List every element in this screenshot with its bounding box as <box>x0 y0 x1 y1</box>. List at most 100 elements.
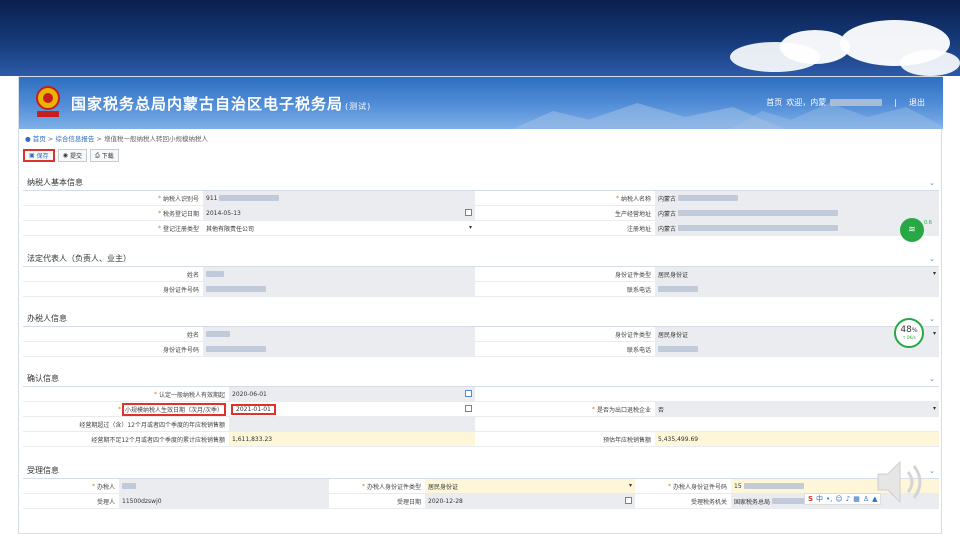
over12-field[interactable] <box>229 417 475 432</box>
shirt-icon[interactable]: ▲ <box>872 495 877 503</box>
download-button[interactable]: ⎙ 下载 <box>89 149 119 162</box>
general-date-label: * 认定一般纳税人有效期起 <box>23 387 229 402</box>
agent-id-no-field <box>203 342 475 357</box>
section-header[interactable]: 纳税人基本信息 ⌄ <box>23 175 939 191</box>
user-icon[interactable]: ♙ <box>863 495 869 503</box>
location-pin-icon: ● <box>25 135 31 143</box>
percent-value: 48 <box>900 325 912 335</box>
section-header[interactable]: 受理信息 ⌄ <box>23 463 939 479</box>
section-header[interactable]: 确认信息 ⌄ <box>23 371 939 387</box>
accept-agent-label: * 办税人 <box>23 479 119 494</box>
accept-date-label: 受理日期 <box>329 494 425 509</box>
section-accept-info: 受理信息 ⌄ * 办税人 * 办税人身份证件类型 居民身份证 ▾ * 办税人身份证件号码 … <box>23 463 939 509</box>
header-divider: | <box>894 98 897 107</box>
section-basic-info: 纳税人基本信息 ⌄ * 纳税人识别号 911 * 纳税人名称 内蒙古 * 税务登记日期 … <box>23 175 939 236</box>
biz-addr-label: 生产经营地址 <box>475 206 655 221</box>
accept-id-type-select[interactable]: 居民身份证 ▾ <box>425 479 635 494</box>
caret-down-icon[interactable]: ▾ <box>933 270 936 277</box>
accept-id-no-label: * 办税人身份证件号码 <box>635 479 731 494</box>
calendar-icon[interactable] <box>465 405 472 412</box>
caret-down-icon[interactable]: ▾ <box>933 330 936 337</box>
tax-id-label: * 纳税人识别号 <box>23 191 203 206</box>
tax-id-field: 911 <box>203 191 475 206</box>
reg-addr-label: 注册地址 <box>475 221 655 236</box>
legal-id-type-select[interactable]: 居民身份证 ▾ <box>655 267 939 282</box>
reg-type-select[interactable]: 其他有限责任公司 ▾ <box>203 221 475 236</box>
reg-date-field[interactable]: 2014-05-13 <box>203 206 475 221</box>
app-window: 国家税务总局内蒙古自治区电子税务局 (测试) 首页 欢迎，内蒙 | 退出 ● 首页… <box>18 76 943 534</box>
section-header[interactable]: 法定代表人（负责人、业主） ⌄ <box>23 251 939 267</box>
biz-addr-field: 内蒙古 <box>655 206 939 221</box>
export-label: * 是否为出口退税企业 <box>475 402 655 417</box>
legal-phone-field <box>655 282 939 297</box>
under12-label: 经营期不足12个月或者四个季度的累计应税销售额 <box>23 432 229 447</box>
under12-field[interactable]: 1,611,833.23 <box>229 432 475 447</box>
wifi-speed-text: 0.6 <box>924 220 932 226</box>
breadcrumb-current: 增值税一般纳税人转回小规模纳税人 <box>103 135 208 143</box>
legal-name-label: 姓名 <box>23 267 203 282</box>
section-agent-info: 办税人信息 ⌄ 姓名 身份证件类型 居民身份证 ▾ 身份证件号码 联系电话 <box>23 311 939 357</box>
calendar-icon[interactable] <box>625 497 632 504</box>
network-monitor-widget[interactable]: 48% ↑ 0K/s <box>894 318 924 348</box>
app-title: 国家税务总局内蒙古自治区电子税务局 (测试) <box>71 95 372 113</box>
ime-punct-icon[interactable]: •, <box>826 495 832 503</box>
office-label: 受理税务机关 <box>635 494 731 509</box>
keyboard-icon[interactable]: ▦ <box>853 495 860 503</box>
calendar-icon[interactable] <box>465 209 472 216</box>
download-icon: ⎙ <box>94 151 100 159</box>
sogou-logo-icon: S <box>808 495 814 503</box>
small-date-label: * 小规模纳税人生效日期（次月/次季） <box>23 402 229 417</box>
chevron-down-icon[interactable]: ⌄ <box>929 315 935 323</box>
small-date-field[interactable]: 2021-01-01 <box>229 402 475 417</box>
mic-icon[interactable]: ♪ <box>846 495 850 503</box>
accept-agent-field <box>119 479 329 494</box>
submit-button[interactable]: ◉ 提交 <box>57 149 87 162</box>
speaker-icon[interactable] <box>874 456 932 508</box>
calendar-icon[interactable] <box>465 390 472 397</box>
chevron-down-icon[interactable]: ⌄ <box>929 375 935 383</box>
welcome-text: 欢迎，内蒙 <box>786 98 827 107</box>
emoji-icon[interactable]: ☺ <box>835 495 842 503</box>
export-select[interactable]: 否 ▾ <box>655 402 939 417</box>
masked-username <box>830 99 883 106</box>
ime-toolbar[interactable]: S 中 •, ☺ ♪ ▦ ♙ ▲ <box>804 493 882 505</box>
caret-down-icon[interactable]: ▾ <box>469 224 472 231</box>
legal-name-field <box>203 267 475 282</box>
slide-banner <box>0 0 960 76</box>
section-header[interactable]: 办税人信息 ⌄ <box>23 311 939 327</box>
wifi-icon[interactable]: ≋ <box>900 218 924 242</box>
accept-id-type-label: * 办税人身份证件类型 <box>329 479 425 494</box>
legal-id-no-field <box>203 282 475 297</box>
logout-link[interactable]: 退出 <box>909 97 925 108</box>
section-legal-rep: 法定代表人（负责人、业主） ⌄ 姓名 身份证件类型 居民身份证 ▾ 身份证件号码 联… <box>23 251 939 297</box>
caret-down-icon[interactable]: ▾ <box>629 482 632 489</box>
percent-unit: % <box>911 327 918 334</box>
network-speed: ↑ 0K/s <box>902 335 916 340</box>
caret-down-icon[interactable]: ▾ <box>933 405 936 412</box>
agent-name-label: 姓名 <box>23 327 203 342</box>
taxpayer-name-field: 内蒙古 <box>655 191 939 206</box>
reg-date-label: * 税务登记日期 <box>23 206 203 221</box>
chevron-down-icon[interactable]: ⌄ <box>929 255 935 263</box>
accept-date-field[interactable]: 2020-12-28 <box>425 494 635 509</box>
toolbar: ▣ 保存 ◉ 提交 ⎙ 下载 <box>23 149 119 162</box>
app-title-suffix: (测试) <box>345 102 372 111</box>
chevron-down-icon[interactable]: ⌄ <box>929 179 935 187</box>
legal-phone-label: 联系电话 <box>475 282 655 297</box>
ime-lang-icon[interactable]: 中 <box>816 494 823 504</box>
estimate-label: 预估年应税销售额 <box>475 432 655 447</box>
nav-home-link[interactable]: 首页 <box>766 97 782 108</box>
estimate-field[interactable]: 5,435,499.69 <box>655 432 939 447</box>
save-icon: ▣ <box>29 152 35 159</box>
breadcrumb-parent[interactable]: 综合信息报告 <box>55 135 94 143</box>
general-date-field[interactable]: 2020-06-01 <box>229 387 475 402</box>
app-header: 国家税务总局内蒙古自治区电子税务局 (测试) 首页 欢迎，内蒙 | 退出 <box>19 77 943 129</box>
section-confirm-info: 确认信息 ⌄ * 认定一般纳税人有效期起 2020-06-01 * 小规模纳税人生效日… <box>23 371 939 447</box>
taxpayer-name-label: * 纳税人名称 <box>475 191 655 206</box>
agent-name-field <box>203 327 475 342</box>
header-links: 首页 欢迎，内蒙 | 退出 <box>766 97 925 108</box>
breadcrumb-home[interactable]: 首页 <box>33 135 46 143</box>
reg-type-label: * 登记注册类型 <box>23 221 203 236</box>
save-button[interactable]: ▣ 保存 <box>23 149 55 162</box>
legal-id-type-label: 身份证件类型 <box>475 267 655 282</box>
